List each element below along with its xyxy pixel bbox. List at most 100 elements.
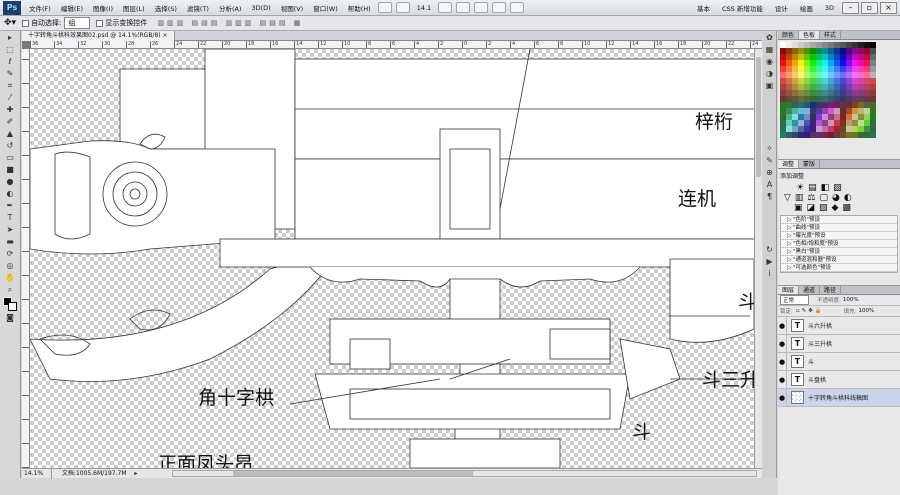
shape-tool-icon[interactable]: ▬ (2, 236, 19, 247)
rotate-view-icon[interactable] (474, 2, 489, 13)
workspace-painting[interactable]: 绘画 (794, 3, 819, 13)
paragraph-icon[interactable]: ¶ (764, 191, 776, 202)
zoom-menu[interactable]: 14.1 (412, 4, 436, 12)
show-transform-checkbox[interactable] (96, 19, 104, 27)
tab-adjustments[interactable]: 调整 (778, 160, 800, 168)
history-brush-tool-icon[interactable]: ↺ (2, 140, 19, 151)
menu-analysis[interactable]: 分析(A) (214, 3, 247, 13)
menu-image[interactable]: 图像(I) (88, 3, 118, 13)
history-icon[interactable]: ↻ (764, 244, 776, 255)
workspace-design[interactable]: 设计 (769, 3, 794, 13)
opacity-value[interactable]: 100% (843, 297, 859, 303)
menu-select[interactable]: 选择(S) (150, 3, 182, 13)
menu-layer[interactable]: 图层(L) (118, 3, 150, 13)
palette-icon[interactable]: ✿ (764, 32, 776, 43)
tab-color[interactable]: 颜色 (778, 31, 800, 39)
move-tool-icon[interactable]: ▸ (2, 32, 19, 43)
vertical-scrollbar[interactable] (754, 49, 762, 468)
preset-curves[interactable]: ▷ "曲线"预设 (781, 224, 897, 232)
3d-rotate-tool-icon[interactable]: ⟳ (2, 248, 19, 259)
layer-row[interactable]: ● T 斗六升栱 (778, 316, 900, 335)
screen-mode-icon[interactable] (510, 2, 525, 13)
close-tab-icon[interactable]: × (163, 32, 168, 39)
tab-channels[interactable]: 通道 (799, 286, 821, 294)
canvas[interactable]: 梓桁 连机 斗 角十字栱 斗三升 斗 正面凤头昂 (30, 49, 754, 468)
quick-select-tool-icon[interactable]: ✎ (2, 68, 19, 79)
dodge-tool-icon[interactable]: ◐ (2, 188, 19, 199)
layer-row[interactable]: ● T 斗三升栱 (778, 334, 900, 353)
color-swatch[interactable] (870, 132, 876, 138)
workspace-basic[interactable]: 基本 (691, 3, 716, 13)
brush-tool-icon[interactable]: ✐ (2, 116, 19, 127)
hand-tool-icon[interactable]: ✋ (2, 272, 19, 283)
eye-icon[interactable]: ● (778, 388, 787, 407)
zoom-tool-icon[interactable] (456, 2, 471, 13)
adjust-icon[interactable]: ◑ (764, 68, 776, 79)
preset-levels[interactable]: ▷ "色阶"预设 (781, 216, 897, 224)
hscroll-thumb[interactable] (233, 471, 473, 476)
tab-layers[interactable]: 图层 (778, 286, 800, 294)
layer-row[interactable]: ● T 斗 (778, 352, 900, 371)
menu-view[interactable]: 视图(V) (276, 3, 309, 13)
fill-value[interactable]: 100% (859, 308, 875, 314)
preset-selective-color[interactable]: ▷ "可选颜色"预设 (781, 264, 897, 272)
menu-filter[interactable]: 滤镜(T) (182, 3, 214, 13)
menu-window[interactable]: 窗口(W) (308, 3, 343, 13)
adjust-icons-row1[interactable]: ☀▤◧▨ (780, 183, 898, 193)
auto-select-checkbox[interactable] (22, 19, 30, 27)
lasso-tool-icon[interactable]: ℓ (2, 56, 19, 67)
swatches-icon[interactable]: ▦ (764, 44, 776, 55)
tool-preset-icon[interactable]: ✧ (764, 143, 776, 154)
pen-tool-icon[interactable]: ✒ (2, 200, 19, 211)
horizontal-scrollbar[interactable] (172, 470, 757, 477)
tab-swatches[interactable]: 色板 (799, 31, 821, 39)
preset-hue-saturation[interactable]: ▷ "色相/饱和度"预设 (781, 240, 897, 248)
swatch-grid[interactable] (780, 42, 898, 138)
stamp-tool-icon[interactable]: ▲ (2, 128, 19, 139)
healing-tool-icon[interactable]: ✚ (2, 104, 19, 115)
brush-preset-icon[interactable]: ✎ (764, 155, 776, 166)
adjust-icons-row3[interactable]: ▣◪▧◆▩ (780, 203, 898, 213)
clone-source-icon[interactable]: ⊕ (764, 167, 776, 178)
menu-3d[interactable]: 3D(D) (246, 4, 275, 12)
type-tool-icon[interactable]: T (2, 212, 19, 223)
masks-icon[interactable]: ▣ (764, 80, 776, 91)
preset-black-white[interactable]: ▷ "黑白"预设 (781, 248, 897, 256)
move-tool-icon[interactable]: ✥▾ (4, 18, 16, 28)
styles-icon[interactable]: ◉ (764, 56, 776, 67)
crop-tool-icon[interactable]: ⌗ (2, 80, 19, 91)
menu-file[interactable]: 文件(F) (24, 3, 56, 13)
eye-icon[interactable]: ● (778, 316, 787, 335)
preset-exposure[interactable]: ▷ "曝光度"预设 (781, 232, 897, 240)
tab-masks[interactable]: 蒙版 (799, 160, 821, 168)
align-icons[interactable]: ▥▥▥ ▤▤▤ ▥▥▥ ▤▤▤ ▦ (157, 19, 303, 27)
layer-row[interactable]: ● 十字转角斗栱科线稿图 (778, 388, 900, 407)
zoom-tool-icon[interactable]: ⌕ (2, 284, 19, 295)
3d-orbit-tool-icon[interactable]: ◎ (2, 260, 19, 271)
tab-styles[interactable]: 样式 (820, 31, 842, 39)
eye-icon[interactable]: ● (778, 334, 787, 353)
hand-tool-icon[interactable] (438, 2, 453, 13)
marquee-tool-icon[interactable]: ⬚ (2, 44, 19, 55)
lock-icons[interactable]: ▫✎✥🔒 (796, 308, 824, 314)
quick-mask-icon[interactable]: ◙ (2, 312, 19, 323)
auto-select-dropdown[interactable]: 组 (64, 17, 91, 29)
layer-row[interactable]: ● T 斗盘栱 (778, 370, 900, 389)
workspace-3d[interactable]: 3D (819, 4, 840, 12)
restore-icon[interactable]: ▫ (861, 1, 878, 14)
background-color-swatch[interactable] (8, 302, 17, 311)
gradient-tool-icon[interactable]: ■ (2, 164, 19, 175)
eyedropper-tool-icon[interactable]: ⁄ (2, 92, 19, 103)
tab-paths[interactable]: 路径 (820, 286, 842, 294)
info-icon[interactable]: i (764, 268, 776, 279)
path-select-tool-icon[interactable]: ➤ (2, 224, 19, 235)
preset-channel-mixer[interactable]: ▷ "通道混和器"预设 (781, 256, 897, 264)
menu-edit[interactable]: 编辑(E) (56, 3, 88, 13)
adjust-icons-row2[interactable]: ▽▥⚖▢◕◐ (780, 193, 898, 203)
arrange-docs-icon[interactable] (492, 2, 507, 13)
minibridge-icon[interactable] (395, 2, 410, 13)
workspace-css[interactable]: CSS 新增功能 (716, 3, 769, 13)
scroll-thumb[interactable] (756, 57, 761, 177)
bridge-icon[interactable] (377, 2, 392, 13)
eraser-tool-icon[interactable]: ▭ (2, 152, 19, 163)
